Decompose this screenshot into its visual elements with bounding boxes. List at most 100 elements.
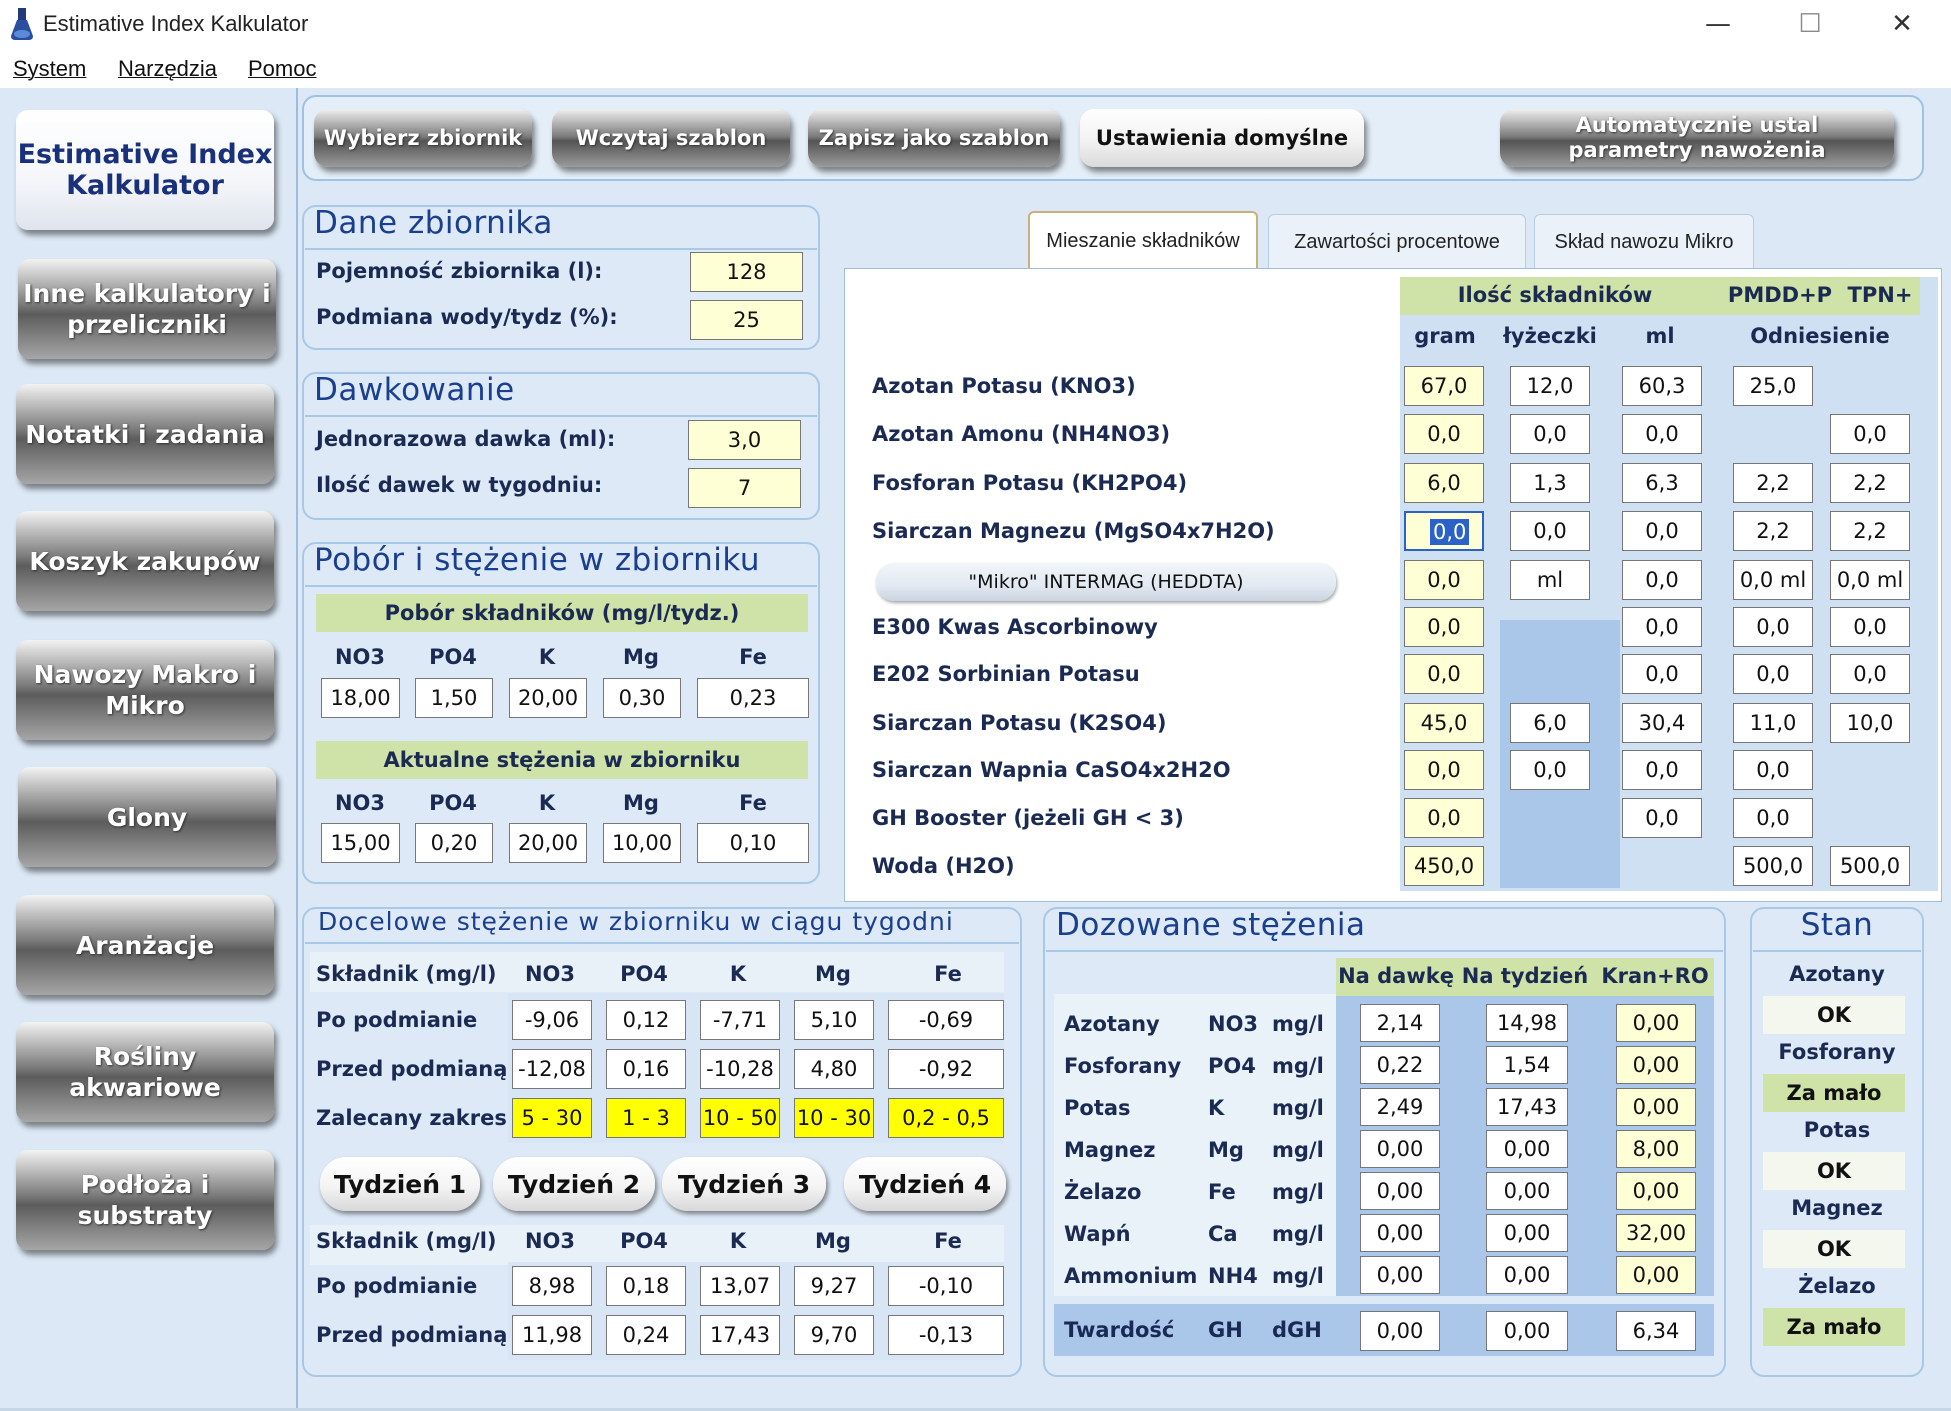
- capacity-input[interactable]: 128: [690, 252, 803, 292]
- gram-input[interactable]: 0,0: [1404, 654, 1484, 694]
- sidebar-item-substrates[interactable]: Podłoża i substraty: [16, 1150, 274, 1250]
- pmdd-reference[interactable]: 0,0: [1733, 798, 1813, 838]
- dosed-per-dose[interactable]: 0,00: [1360, 1256, 1440, 1294]
- tpn-reference[interactable]: 2,2: [1830, 511, 1910, 551]
- ml-value[interactable]: 30,4: [1622, 703, 1702, 743]
- sidebar-item-cart[interactable]: Koszyk zakupów: [16, 511, 274, 611]
- sidebar-item-plants[interactable]: Rośliny akwariowe: [16, 1022, 274, 1122]
- hardness-week[interactable]: 0,00: [1486, 1311, 1568, 1351]
- hardness-dose[interactable]: 0,00: [1360, 1311, 1440, 1351]
- hardness-tap[interactable]: 6,34: [1616, 1311, 1696, 1351]
- spoon-value[interactable]: 12,0: [1510, 366, 1590, 406]
- current-po4-input[interactable]: 0,20: [415, 823, 493, 863]
- target-after-cell[interactable]: -9,06: [512, 1000, 592, 1040]
- auto-params-button[interactable]: Automatycznie ustal parametry nawożenia: [1500, 109, 1894, 167]
- minimize-button[interactable]: —: [1690, 6, 1746, 42]
- target-after-cell[interactable]: 5,10: [794, 1000, 874, 1040]
- week-after-cell[interactable]: 8,98: [512, 1266, 592, 1306]
- uptake-k-input[interactable]: 20,00: [509, 678, 587, 718]
- tpn-reference[interactable]: 0,0 ml: [1830, 560, 1910, 600]
- gram-input[interactable]: 67,0: [1404, 366, 1484, 406]
- tab-mixing[interactable]: Mieszanie składników: [1028, 211, 1258, 269]
- pmdd-reference[interactable]: 2,2: [1733, 511, 1813, 551]
- sidebar-item-estimative[interactable]: Estimative Index Kalkulator: [16, 110, 274, 230]
- current-k-input[interactable]: 20,00: [509, 823, 587, 863]
- target-after-cell[interactable]: -7,71: [700, 1000, 780, 1040]
- sidebar-item-algae[interactable]: Glony: [18, 767, 276, 867]
- spoon-value[interactable]: 0,0: [1510, 511, 1590, 551]
- week-4-button[interactable]: Tydzień 4: [844, 1157, 1006, 1211]
- week-after-cell[interactable]: 9,27: [794, 1266, 874, 1306]
- pmdd-reference[interactable]: 2,2: [1733, 463, 1813, 503]
- dosed-per-dose[interactable]: 0,22: [1360, 1046, 1440, 1084]
- dosed-per-week[interactable]: 0,00: [1486, 1256, 1568, 1294]
- dosed-tap-ro[interactable]: 32,00: [1616, 1214, 1696, 1252]
- close-button[interactable]: ✕: [1874, 6, 1930, 42]
- tpn-reference[interactable]: 10,0: [1830, 703, 1910, 743]
- dose-count-input[interactable]: 7: [688, 468, 801, 508]
- dosed-per-week[interactable]: 0,00: [1486, 1214, 1568, 1252]
- tpn-reference[interactable]: 0,0: [1830, 654, 1910, 694]
- current-mg-input[interactable]: 10,00: [603, 823, 681, 863]
- week-before-cell[interactable]: -0,13: [888, 1315, 1004, 1355]
- tab-mikro-composition[interactable]: Skład nawozu Mikro: [1534, 214, 1754, 269]
- week-3-button[interactable]: Tydzień 3: [662, 1157, 826, 1211]
- target-after-cell[interactable]: 0,12: [606, 1000, 686, 1040]
- target-before-cell[interactable]: -12,08: [512, 1049, 592, 1089]
- week-before-cell[interactable]: 9,70: [794, 1315, 874, 1355]
- dosed-tap-ro[interactable]: 0,00: [1616, 1004, 1696, 1042]
- menu-system[interactable]: System: [13, 56, 86, 82]
- ml-value[interactable]: 0,0: [1622, 414, 1702, 454]
- maximize-button[interactable]: ☐: [1782, 6, 1838, 42]
- dosed-per-week[interactable]: 14,98: [1486, 1004, 1568, 1042]
- target-before-cell[interactable]: -0,92: [888, 1049, 1004, 1089]
- gram-input[interactable]: 6,0: [1404, 463, 1484, 503]
- uptake-fe-input[interactable]: 0,23: [697, 678, 809, 718]
- dosed-tap-ro[interactable]: 0,00: [1616, 1256, 1696, 1294]
- dosed-per-dose[interactable]: 0,00: [1360, 1214, 1440, 1252]
- spoon-value[interactable]: ml: [1510, 560, 1590, 600]
- pmdd-reference[interactable]: 11,0: [1733, 703, 1813, 743]
- gram-input[interactable]: 0,0: [1404, 414, 1484, 454]
- target-before-cell[interactable]: -10,28: [700, 1049, 780, 1089]
- week-after-cell[interactable]: 13,07: [700, 1266, 780, 1306]
- ml-value[interactable]: 0,0: [1622, 511, 1702, 551]
- tpn-reference[interactable]: 500,0: [1830, 846, 1910, 886]
- week-before-cell[interactable]: 0,24: [606, 1315, 686, 1355]
- water-change-input[interactable]: 25: [690, 300, 803, 340]
- menu-narzedzia[interactable]: Narzędzia: [118, 56, 217, 82]
- dosed-tap-ro[interactable]: 0,00: [1616, 1172, 1696, 1210]
- gram-input[interactable]: 0,0: [1404, 798, 1484, 838]
- tab-percentages[interactable]: Zawartości procentowe: [1268, 214, 1526, 269]
- ml-value[interactable]: 0,0: [1622, 607, 1702, 647]
- ml-value[interactable]: 0,0: [1622, 654, 1702, 694]
- dosed-per-week[interactable]: 0,00: [1486, 1130, 1568, 1168]
- select-tank-button[interactable]: Wybierz zbiornik: [314, 109, 532, 167]
- save-template-button[interactable]: Zapisz jako szablon: [808, 109, 1060, 167]
- dosed-tap-ro[interactable]: 0,00: [1616, 1088, 1696, 1126]
- target-before-cell[interactable]: 0,16: [606, 1049, 686, 1089]
- default-settings-button[interactable]: Ustawienia domyślne: [1080, 109, 1364, 167]
- mikro-fertilizer-select-button[interactable]: "Mikro" INTERMAG (HEDDTA): [876, 563, 1336, 601]
- pmdd-reference[interactable]: 500,0: [1733, 846, 1813, 886]
- current-no3-input[interactable]: 15,00: [321, 823, 400, 863]
- dose-input[interactable]: 3,0: [688, 420, 801, 460]
- pmdd-reference[interactable]: 0,0: [1733, 654, 1813, 694]
- spoon-value[interactable]: 0,0: [1510, 750, 1590, 790]
- dosed-per-dose[interactable]: 2,49: [1360, 1088, 1440, 1126]
- week-1-button[interactable]: Tydzień 1: [320, 1157, 480, 1211]
- uptake-no3-input[interactable]: 18,00: [321, 678, 400, 718]
- gram-input[interactable]: 450,0: [1404, 846, 1484, 886]
- tpn-reference[interactable]: 2,2: [1830, 463, 1910, 503]
- dosed-per-week[interactable]: 0,00: [1486, 1172, 1568, 1210]
- ml-value[interactable]: 0,0: [1622, 798, 1702, 838]
- load-template-button[interactable]: Wczytaj szablon: [552, 109, 790, 167]
- ml-value[interactable]: 0,0: [1622, 750, 1702, 790]
- week-after-cell[interactable]: -0,10: [888, 1266, 1004, 1306]
- dosed-tap-ro[interactable]: 0,00: [1616, 1046, 1696, 1084]
- dosed-per-dose[interactable]: 2,14: [1360, 1004, 1440, 1042]
- pmdd-reference[interactable]: 0,0 ml: [1733, 560, 1813, 600]
- uptake-po4-input[interactable]: 1,50: [415, 678, 493, 718]
- pmdd-reference[interactable]: 0,0: [1733, 607, 1813, 647]
- dosed-per-week[interactable]: 17,43: [1486, 1088, 1568, 1126]
